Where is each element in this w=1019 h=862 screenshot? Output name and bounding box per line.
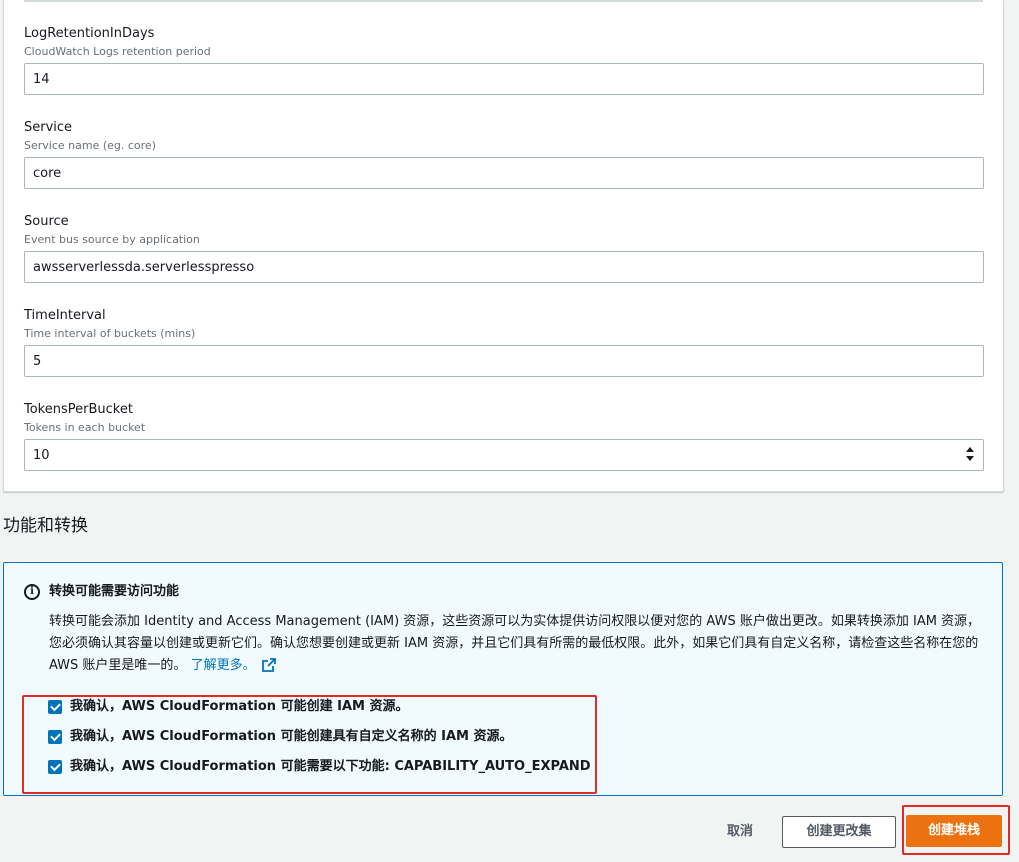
ack-label: 我确认，AWS CloudFormation 可能创建 IAM 资源。 [70,699,409,714]
param-label: Service [24,120,73,135]
param-label: TokensPerBucket [24,402,133,417]
ack-label: 我确认，AWS CloudFormation 可能需要以下功能: CAPABIL… [70,759,591,774]
create-change-set-button[interactable]: 创建更改集 [782,816,896,848]
log-retention-input[interactable] [24,63,984,95]
param-description: Event bus source by application [24,233,200,246]
info-icon: i [24,584,40,600]
param-tokens-per-bucket: TokensPerBucket Tokens in each bucket [24,401,984,471]
spinner-up-icon[interactable] [966,447,974,452]
param-description: Tokens in each bucket [24,421,146,434]
param-service: Service Service name (eg. core) [24,119,984,189]
tokens-per-bucket-input[interactable] [24,439,984,471]
source-input[interactable] [24,251,984,283]
param-label: TimeInterval [24,308,106,323]
create-stack-button[interactable]: 创建堆栈 [906,815,1002,847]
param-description: Service name (eg. core) [24,139,156,152]
ack-named-iam-checkbox[interactable] [48,730,62,744]
param-label: LogRetentionInDays [24,26,155,41]
param-time-interval: TimeInterval Time interval of buckets (m… [24,307,984,377]
info-title: 转换可能需要访问功能 [49,584,180,599]
ack-iam-resources[interactable]: 我确认，AWS CloudFormation 可能创建 IAM 资源。 [48,698,408,716]
service-input[interactable] [24,157,984,189]
param-log-retention: LogRetentionInDays CloudWatch Logs reten… [24,25,984,95]
number-spinner-icon[interactable] [966,447,974,461]
parameters-panel: LogRetentionInDays CloudWatch Logs reten… [3,0,1004,492]
time-interval-input[interactable] [24,345,984,377]
param-description: Time interval of buckets (mins) [24,327,196,340]
ack-auto-expand-checkbox[interactable] [48,760,62,774]
ack-label: 我确认，AWS CloudFormation 可能创建具有自定义名称的 IAM … [70,729,513,744]
tokens-per-bucket-field [24,439,984,471]
param-source: Source Event bus source by application [24,213,984,283]
learn-more-label: 了解更多。 [190,658,256,673]
spinner-down-icon[interactable] [966,456,974,461]
external-link-icon [261,658,276,672]
param-label: Source [24,214,69,229]
cancel-button[interactable]: 取消 [712,816,768,848]
ack-auto-expand[interactable]: 我确认，AWS CloudFormation 可能需要以下功能: CAPABIL… [48,758,591,776]
ack-named-iam-resources[interactable]: 我确认，AWS CloudFormation 可能创建具有自定义名称的 IAM … [48,728,512,746]
learn-more-link[interactable]: 了解更多。 [191,658,276,673]
param-description: CloudWatch Logs retention period [24,45,211,58]
capabilities-section-title: 功能和转换 [3,516,88,536]
info-body: 转换可能会添加 Identity and Access Management (… [49,611,984,677]
info-body-text: 转换可能会添加 Identity and Access Management (… [49,614,981,673]
ack-iam-resources-checkbox[interactable] [48,700,62,714]
